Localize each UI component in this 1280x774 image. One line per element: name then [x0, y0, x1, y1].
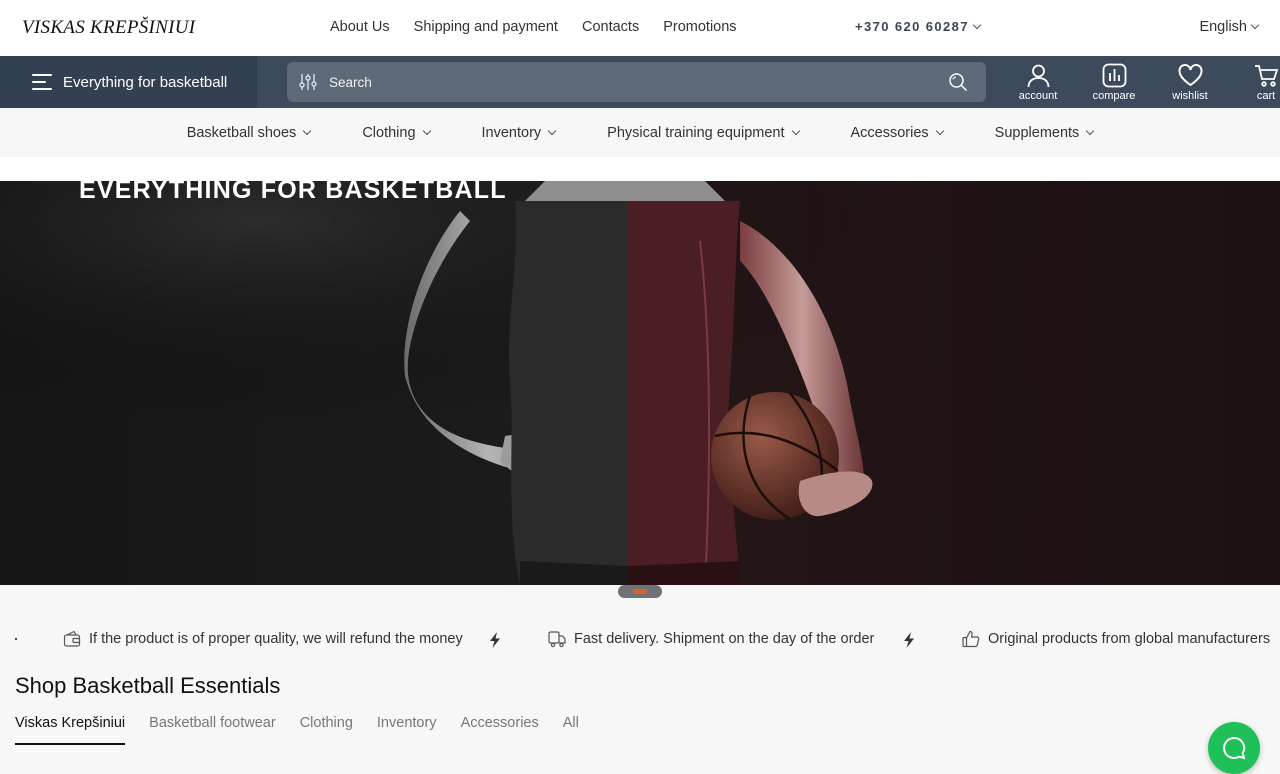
- chevron-down-icon: [303, 126, 312, 135]
- essentials-tabs: Viskas Krepšiniui Basketball footwear Cl…: [15, 715, 579, 745]
- main-nav-bar: Everything for basketball account compar…: [0, 56, 1280, 108]
- hero-title: EVERYTHING FOR BASKETBALL: [79, 181, 507, 204]
- spacer: [0, 157, 1280, 181]
- search-bar: [287, 62, 986, 102]
- language-label: English: [1199, 19, 1247, 35]
- link-contacts[interactable]: Contacts: [582, 19, 639, 35]
- chevron-down-icon: [935, 126, 944, 135]
- user-icon: [1027, 64, 1049, 88]
- refund-wallet-icon: [63, 630, 81, 647]
- tab-basketball-footwear[interactable]: Basketball footwear: [149, 715, 276, 745]
- hamburger-icon: [32, 74, 52, 90]
- chat-icon: [1223, 736, 1246, 760]
- category-basketball-shoes[interactable]: Basketball shoes: [186, 124, 312, 141]
- link-about-us[interactable]: About Us: [330, 19, 390, 35]
- divider-dot: [15, 638, 17, 640]
- link-promotions[interactable]: Promotions: [663, 19, 736, 35]
- tab-all[interactable]: All: [563, 715, 579, 745]
- tab-viskas-krepsiniui[interactable]: Viskas Krepšiniui: [15, 715, 126, 745]
- cart-button[interactable]: cart: [1228, 56, 1280, 108]
- delivery-truck-icon: [548, 631, 566, 648]
- chevron-down-icon: [1086, 126, 1095, 135]
- wishlist-label: wishlist: [1172, 90, 1208, 102]
- lightning-icon: [904, 632, 914, 648]
- benefits-strip: If the product is of proper quality, we …: [0, 624, 1280, 656]
- top-links: About Us Shipping and payment Contacts P…: [330, 19, 737, 35]
- benefit-fast-delivery-text: Fast delivery. Shipment on the day of th…: [574, 631, 875, 647]
- benefit-fast-delivery: Fast delivery. Shipment on the day of th…: [548, 630, 874, 648]
- compare-label: compare: [1092, 90, 1136, 102]
- category-label: Physical training equipment: [607, 124, 785, 141]
- catalog-menu-button[interactable]: Everything for basketball: [0, 56, 257, 108]
- benefit-original-products: Original products from global manufactur…: [962, 630, 1270, 648]
- category-label: Inventory: [481, 124, 542, 141]
- tab-clothing[interactable]: Clothing: [300, 715, 353, 745]
- category-clothing[interactable]: Clothing: [362, 124, 431, 141]
- account-button[interactable]: account: [1000, 56, 1076, 108]
- user-actions: account compare wishlist cart: [1000, 56, 1280, 108]
- category-physical-training[interactable]: Physical training equipment: [607, 124, 800, 141]
- wishlist-button[interactable]: wishlist: [1152, 56, 1228, 108]
- heart-icon: [1178, 64, 1202, 87]
- account-label: account: [1018, 90, 1058, 102]
- chevron-down-icon: [791, 126, 800, 135]
- link-shipping-payment[interactable]: Shipping and payment: [414, 19, 558, 35]
- hero-basketball-player-image: [0, 181, 1280, 585]
- lightning-icon: [490, 632, 500, 648]
- category-inventory[interactable]: Inventory: [481, 124, 557, 141]
- chevron-down-icon: [422, 126, 431, 135]
- slider-pagination[interactable]: [618, 585, 662, 598]
- compare-chart-icon: [1102, 63, 1126, 88]
- phone-number: +370 620 60287: [855, 19, 969, 34]
- phone-dropdown[interactable]: +370 620 60287: [855, 19, 982, 34]
- slider-dot-active[interactable]: [633, 589, 647, 594]
- section-title: Shop Basketball Essentials: [15, 673, 281, 698]
- tab-inventory[interactable]: Inventory: [377, 715, 437, 745]
- category-accessories[interactable]: Accessories: [850, 124, 944, 141]
- category-label: Basketball shoes: [186, 124, 297, 141]
- site-logo[interactable]: VISKAS KREPŠINIUI: [22, 17, 195, 39]
- cart-label: cart: [1256, 90, 1276, 102]
- benefit-original-products-text: Original products from global manufactur…: [988, 631, 1271, 647]
- chevron-down-icon: [972, 20, 982, 29]
- filter-sliders-icon[interactable]: [299, 73, 317, 91]
- hero-banner[interactable]: EVERYTHING FOR BASKETBALL: [0, 181, 1280, 585]
- category-label: Clothing: [362, 124, 416, 141]
- benefit-refund-text: If the product is of proper quality, we …: [89, 631, 463, 647]
- tab-accessories[interactable]: Accessories: [461, 715, 539, 745]
- chevron-down-icon: [1250, 20, 1260, 30]
- search-icon[interactable]: [948, 72, 968, 92]
- benefit-refund: If the product is of proper quality, we …: [63, 630, 463, 648]
- compare-button[interactable]: compare: [1076, 56, 1152, 108]
- category-nav: Basketball shoes Clothing Inventory Phys…: [0, 108, 1280, 157]
- search-input[interactable]: [329, 74, 948, 90]
- category-label: Supplements: [994, 124, 1080, 141]
- thumbs-up-icon: [962, 630, 980, 648]
- language-dropdown[interactable]: English: [1199, 19, 1260, 35]
- category-supplements[interactable]: Supplements: [994, 124, 1095, 141]
- chevron-down-icon: [547, 126, 557, 135]
- top-bar: VISKAS KREPŠINIUI About Us Shipping and …: [0, 0, 1280, 56]
- catalog-menu-label: Everything for basketball: [63, 73, 228, 91]
- chat-button[interactable]: [1208, 722, 1260, 774]
- cart-icon: [1254, 65, 1278, 87]
- category-label: Accessories: [850, 124, 929, 141]
